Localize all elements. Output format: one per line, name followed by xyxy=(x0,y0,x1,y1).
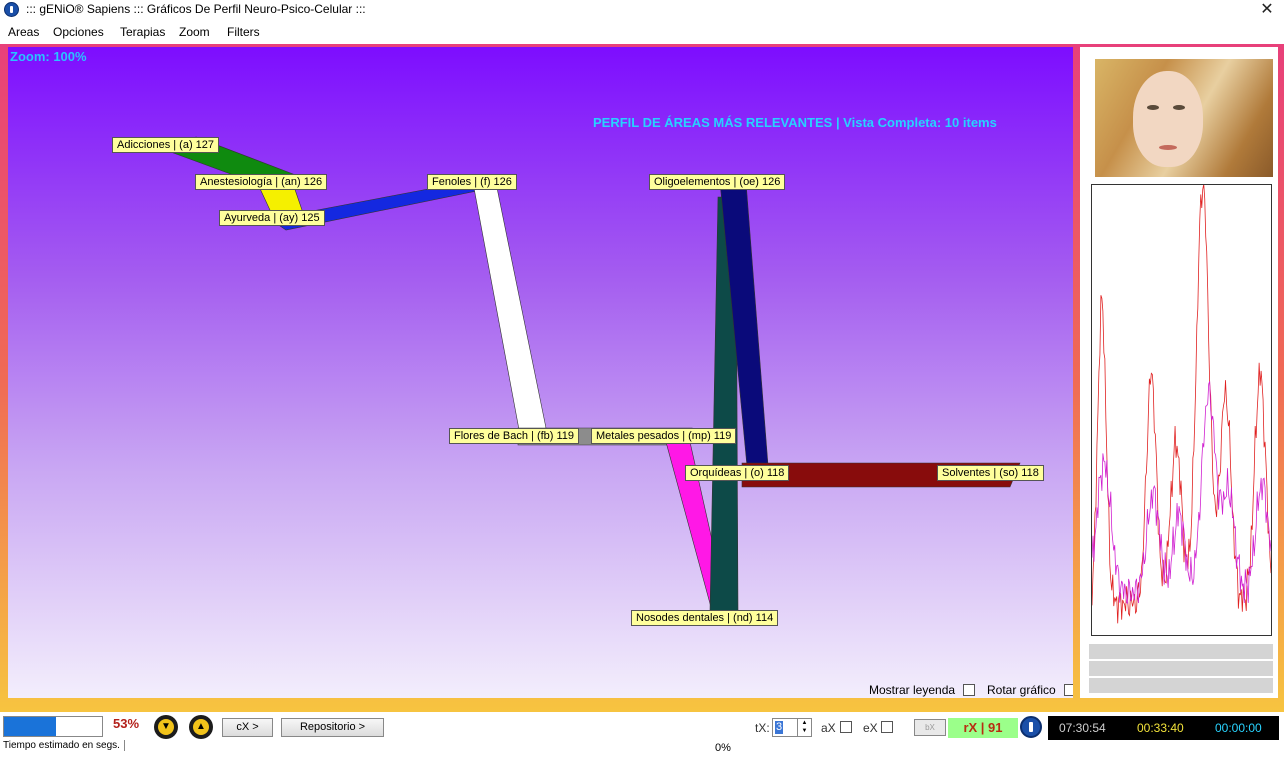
clock-elapsed: 00:33:40 xyxy=(1137,721,1184,735)
mostrar-leyenda-label: Mostrar leyenda xyxy=(869,683,956,697)
status-bar: 53% ▼ ▲ cX > Repositorio > Tiempo estima… xyxy=(0,712,1284,757)
rotar-grafico-checkbox[interactable] xyxy=(1063,684,1073,696)
progress-fill xyxy=(4,717,56,736)
side-bar-2 xyxy=(1089,661,1273,676)
node-label[interactable]: Orquídeas | (o) 118 xyxy=(685,465,790,481)
main-frame: Zoom: 100% PERFIL DE ÁREAS MÁS RELEVANTE… xyxy=(0,44,1284,712)
side-bar-1 xyxy=(1089,644,1273,659)
estimated-time-label: Tiempo estimado en segs. xyxy=(3,740,125,751)
menu-filters[interactable]: Filters xyxy=(227,25,260,39)
eject-up-button[interactable]: ▲ xyxy=(189,715,213,739)
clock-panel: 07:30:54 00:33:40 00:00:00 xyxy=(1048,716,1279,740)
spinner-arrows-icon[interactable]: ▲ ▼ xyxy=(797,719,811,736)
scroll-down-button[interactable]: ▼ xyxy=(154,715,178,739)
bottom-percent: 0% xyxy=(715,742,731,754)
portrait-face xyxy=(1133,71,1203,167)
node-label[interactable]: Ayurveda | (ay) 125 xyxy=(219,210,325,226)
ribbon-3 xyxy=(473,182,547,436)
node-label[interactable]: Oligoelementos | (oe) 126 xyxy=(649,174,786,190)
tx-value[interactable]: 3 xyxy=(775,721,784,734)
eject-up-icon: ▲ xyxy=(193,719,209,735)
node-label[interactable]: Metales pesados | (mp) 119 xyxy=(591,428,737,444)
node-label[interactable]: Solventes | (so) 118 xyxy=(937,465,1044,481)
cx-button[interactable]: cX > xyxy=(222,718,273,737)
side-bar-3 xyxy=(1089,678,1273,693)
clock-current: 07:30:54 xyxy=(1059,721,1106,735)
portrait-eye xyxy=(1173,105,1185,110)
app-info-icon xyxy=(4,2,19,17)
tx-label: tX: xyxy=(755,721,770,735)
portrait-lips xyxy=(1159,145,1177,150)
waveform-red xyxy=(1092,185,1271,624)
bx-button[interactable]: bX xyxy=(914,719,946,736)
progress-percent: 53% xyxy=(113,716,140,731)
title-bar: ::: gENiO® Sapiens ::: Gráficos De Perfi… xyxy=(0,0,1284,20)
tx-spinner[interactable]: 3 ▲ ▼ xyxy=(772,718,812,737)
node-label[interactable]: Adicciones | (a) 127 xyxy=(112,137,220,153)
node-label[interactable]: Anestesiología | (an) 126 xyxy=(195,174,328,190)
mostrar-leyenda-row: Mostrar leyenda xyxy=(869,683,976,697)
side-panel xyxy=(1080,47,1278,698)
ex-label: eX xyxy=(863,721,878,735)
menu-areas[interactable]: Areas xyxy=(8,25,39,39)
rx-counter: rX | 91 xyxy=(948,718,1018,738)
window-title: ::: gENiO® Sapiens ::: Gráficos De Perfi… xyxy=(26,2,366,16)
ex-checkbox[interactable] xyxy=(881,721,893,733)
rotar-grafico-label: Rotar gráfico xyxy=(987,683,1056,697)
portrait-eye xyxy=(1147,105,1159,110)
signal-waveform xyxy=(1091,184,1272,636)
close-button[interactable]: ✕ xyxy=(1256,0,1278,20)
ax-checkbox[interactable] xyxy=(840,721,852,733)
mostrar-leyenda-checkbox[interactable] xyxy=(963,684,976,696)
clock-remaining: 00:00:00 xyxy=(1215,721,1262,735)
node-label[interactable]: Fenoles | (f) 126 xyxy=(427,174,517,190)
menu-zoom[interactable]: Zoom xyxy=(179,25,210,39)
info-icon[interactable] xyxy=(1020,716,1042,738)
profile-chart-area: Zoom: 100% PERFIL DE ÁREAS MÁS RELEVANTE… xyxy=(8,47,1073,698)
node-label[interactable]: Flores de Bach | (fb) 119 xyxy=(449,428,580,444)
scroll-down-icon: ▼ xyxy=(158,719,174,735)
ax-label: aX xyxy=(821,721,836,735)
menu-bar: Areas Opciones Terapias Zoom Filters xyxy=(0,22,1284,44)
progress-bar xyxy=(3,716,103,737)
menu-opciones[interactable]: Opciones xyxy=(53,25,104,39)
repositorio-button[interactable]: Repositorio > xyxy=(281,718,384,737)
rotar-grafico-row: Rotar gráfico xyxy=(987,683,1073,697)
node-label[interactable]: Nosodes dentales | (nd) 114 xyxy=(631,610,779,626)
portrait-image xyxy=(1095,59,1273,177)
menu-terapias[interactable]: Terapias xyxy=(120,25,165,39)
